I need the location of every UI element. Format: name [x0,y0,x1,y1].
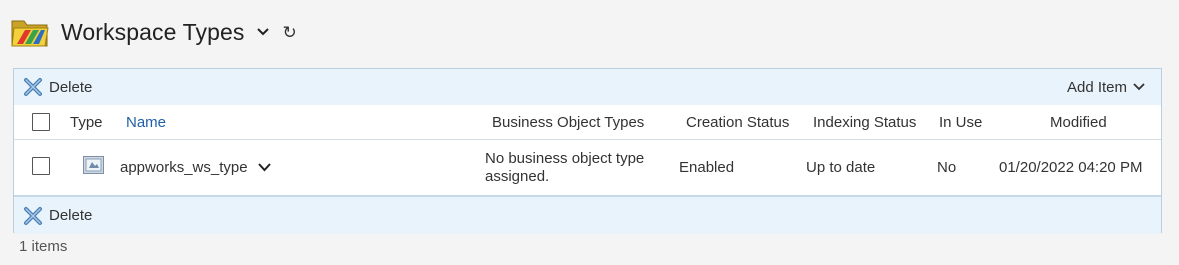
column-header-indexing-status: Indexing Status [813,114,917,131]
refresh-icon[interactable]: ↻ [282,24,296,41]
bottom-toolbar: Delete [14,195,1161,234]
delete-label: Delete [49,207,93,224]
folder-icon [11,20,49,47]
column-header-creation-status: Creation Status [686,114,790,131]
table-row[interactable]: appworks_ws_type No business object type… [14,140,1161,195]
row-business-object-types-line2: assigned. [485,168,550,185]
page-title: Workspace Types [61,18,245,45]
add-item-button[interactable]: Add Item [1067,79,1145,96]
workspace-type-icon [83,156,104,174]
item-count: 1 items [19,238,68,255]
chevron-down-icon[interactable] [256,27,270,37]
delete-label: Delete [49,78,93,96]
column-header-modified: Modified [1050,114,1107,131]
column-header-row: Type Name Business Object Types Creation… [14,105,1161,140]
delete-icon [24,206,42,225]
top-toolbar: Delete Add Item [14,69,1161,107]
page-header: Workspace Types ↻ [11,14,297,50]
delete-button[interactable]: Delete [23,77,92,97]
row-in-use: No [937,159,957,176]
column-header-business-object-types: Business Object Types [492,114,645,131]
select-all-checkbox[interactable] [32,113,50,131]
row-checkbox[interactable] [32,157,50,175]
workspace-types-table: Delete Add Item Type Name Business Objec… [13,68,1162,234]
chevron-down-icon[interactable] [258,163,271,172]
chevron-down-icon [1133,83,1145,91]
row-indexing-status: Up to date [806,159,876,176]
delete-button[interactable]: Delete [23,206,92,226]
column-header-name[interactable]: Name [126,114,166,131]
column-header-type: Type [70,114,103,131]
row-name[interactable]: appworks_ws_type [120,159,248,176]
add-item-label: Add Item [1066,78,1127,96]
row-creation-status: Enabled [679,159,735,176]
row-business-object-types-line1: No business object type [485,150,645,167]
column-header-in-use: In Use [939,114,983,131]
row-modified: 01/20/2022 04:20 PM [999,159,1143,176]
delete-icon [24,78,42,96]
